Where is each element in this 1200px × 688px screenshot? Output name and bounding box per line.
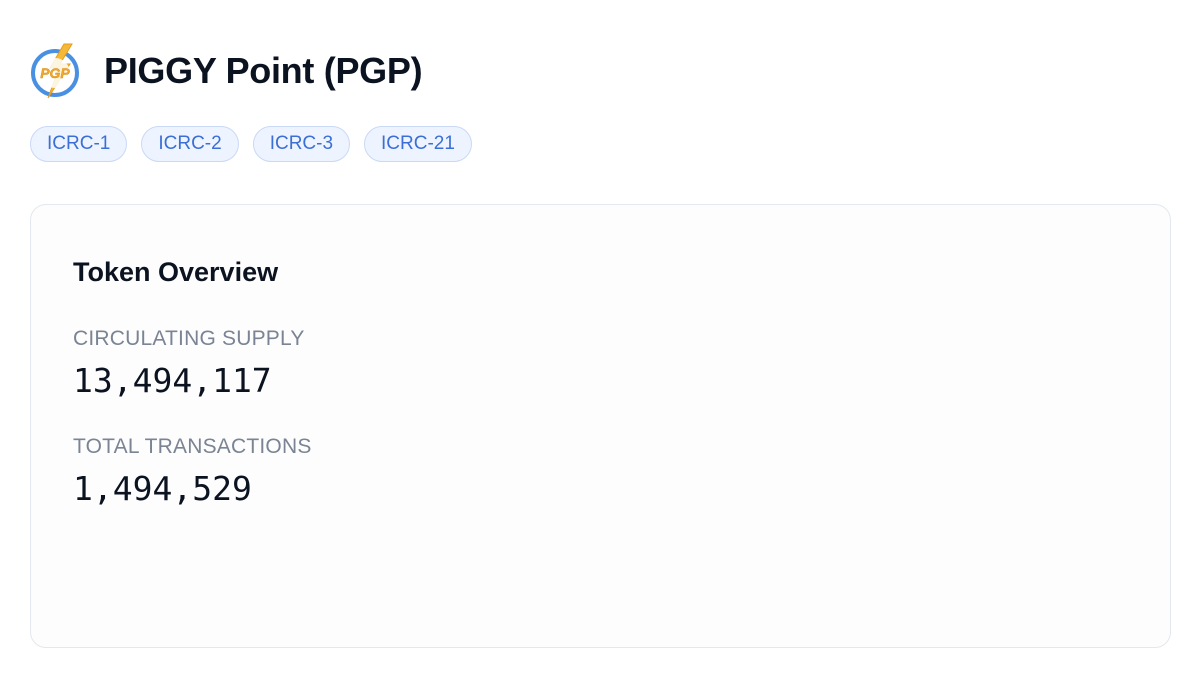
token-page: PGP PIGGY Point (PGP) ICRC-1 ICRC-2 ICRC… [0,0,1200,688]
token-header: PGP PIGGY Point (PGP) [28,42,423,100]
standard-chip-icrc-1[interactable]: ICRC-1 [30,126,128,162]
standard-chip-icrc-21[interactable]: ICRC-21 [364,126,472,162]
standard-chip-icrc-2[interactable]: ICRC-2 [141,126,239,162]
token-title: PIGGY Point (PGP) [104,50,423,91]
pgp-lightning-coin-icon: PGP [28,42,86,100]
card-title: Token Overview [73,257,279,287]
total-transactions-value: 1,494,529 [73,469,252,508]
token-overview-card: Token Overview CIRCULATING SUPPLY 13,494… [30,204,1171,648]
standards-chips: ICRC-1 ICRC-2 ICRC-3 ICRC-21 [30,126,472,162]
standard-chip-icrc-3[interactable]: ICRC-3 [252,126,351,162]
total-transactions-label: TOTAL TRANSACTIONS [73,435,312,458]
circulating-supply-label: CIRCULATING SUPPLY [73,327,305,350]
circulating-supply-value: 13,494,117 [73,361,272,400]
svg-text:PGP: PGP [40,65,70,81]
